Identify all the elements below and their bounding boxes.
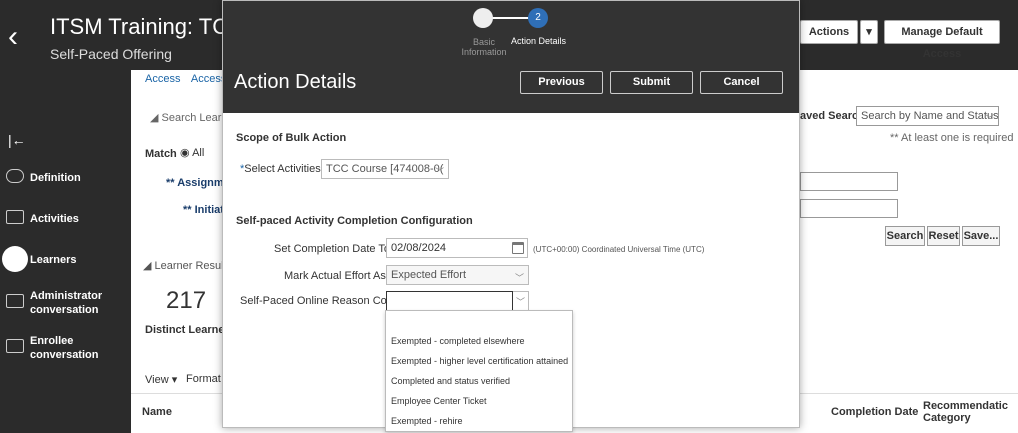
initiation-label: ** Initiati xyxy=(183,204,228,216)
config-section-title: Self-paced Activity Completion Configura… xyxy=(236,215,473,227)
select-activities-select[interactable]: TCC Course [474008-0( ﹀ xyxy=(321,159,449,179)
chat-icon xyxy=(6,294,24,308)
completion-date-input[interactable]: 02/08/2024 xyxy=(386,238,528,258)
listbox-option[interactable]: Employee Center Ticket xyxy=(391,396,487,406)
previous-button[interactable]: Previous xyxy=(520,71,603,94)
nav-item-administrator-conversation[interactable]: Administrator conversation xyxy=(0,289,131,317)
distinct-learner-count: 217 xyxy=(166,287,207,314)
column-header-category: Category xyxy=(923,412,971,424)
actual-effort-label: Mark Actual Effort As xyxy=(284,270,386,282)
list-icon xyxy=(6,210,24,224)
breadcrumb: Access Access xyxy=(145,73,234,85)
reason-code-listbox: Exempted - completed elsewhere Exempted … xyxy=(385,310,573,432)
learner-results-header[interactable]: ◢ Learner Result xyxy=(143,259,227,272)
chevron-down-icon: ﹀ xyxy=(984,114,994,124)
calendar-icon[interactable] xyxy=(512,242,524,254)
listbox-option[interactable]: Completed and status verified xyxy=(391,376,510,386)
nav-item-learners[interactable]: Learners xyxy=(0,246,131,274)
initiation-input[interactable] xyxy=(800,199,898,218)
left-navigation: |← Definition Activities Learners Admini… xyxy=(0,70,131,433)
nav-item-label: Enrollee conversation xyxy=(30,335,99,361)
format-menu[interactable]: Format xyxy=(186,373,221,385)
chevron-down-icon: ﹀ xyxy=(515,297,525,307)
assignment-input[interactable] xyxy=(800,172,898,191)
match-all-radio[interactable]: ◉ All xyxy=(180,146,204,159)
view-menu[interactable]: View ▾ xyxy=(145,373,177,386)
distinct-learners-label: Distinct Learner xyxy=(145,324,229,336)
nav-item-label: Administrator conversation xyxy=(30,290,103,316)
nav-item-activities[interactable]: Activities xyxy=(0,209,131,229)
nav-item-enrollee-conversation[interactable]: Enrollee conversation xyxy=(0,334,131,362)
submit-button[interactable]: Submit xyxy=(610,71,693,94)
required-note: ** At least one is required xyxy=(890,132,1014,144)
train-step-basic-information[interactable] xyxy=(473,8,493,28)
scope-section-title: Scope of Bulk Action xyxy=(236,132,347,144)
listbox-option[interactable]: Exempted - higher level certification at… xyxy=(391,356,568,366)
column-header-completion-date[interactable]: Completion Date xyxy=(831,406,918,418)
dialog-title: Action Details xyxy=(234,71,357,93)
cancel-button[interactable]: Cancel xyxy=(700,71,783,94)
completion-date-label: Set Completion Date To xyxy=(274,243,390,255)
timezone-note: (UTC+00:00) Coordinated Universal Time (… xyxy=(533,245,705,254)
nav-item-label: Activities xyxy=(30,213,79,225)
reason-code-label: Self-Paced Online Reason Code xyxy=(240,295,399,307)
nav-item-label: Definition xyxy=(30,172,81,184)
save-search-button[interactable]: Save... xyxy=(962,226,1000,246)
column-header-name[interactable]: Name xyxy=(142,406,172,418)
column-header-recommendation[interactable]: Recommendatic xyxy=(923,400,1008,412)
page-title: ITSM Training: TCC xyxy=(50,14,244,39)
reason-code-input[interactable] xyxy=(386,291,513,311)
assignment-label: ** Assignme xyxy=(166,177,230,189)
saved-search-select[interactable]: Search by Name and Status ﹀ xyxy=(856,106,999,126)
back-chevron-icon[interactable]: ‹ xyxy=(8,22,30,52)
reset-button[interactable]: Reset xyxy=(927,226,960,246)
actions-button[interactable]: Actions xyxy=(800,20,858,44)
listbox-option[interactable]: Exempted - completed elsewhere xyxy=(391,336,525,346)
nav-item-definition[interactable]: Definition xyxy=(0,168,131,188)
reason-code-dropdown-button[interactable]: ﹀ xyxy=(513,291,529,311)
chevron-down-icon: ﹀ xyxy=(514,273,524,283)
actions-menu-button[interactable]: ▾ xyxy=(860,20,878,44)
learners-icon xyxy=(2,246,28,272)
listbox-option[interactable]: Exempted - rehire xyxy=(391,416,463,426)
chevron-down-icon: ﹀ xyxy=(434,167,444,177)
gears-icon xyxy=(6,169,24,183)
nav-item-label: Learners xyxy=(30,254,77,266)
search-button[interactable]: Search xyxy=(885,226,925,246)
match-label: Match xyxy=(145,148,177,160)
breadcrumb-link[interactable]: Access xyxy=(145,73,180,85)
train-step-label: Basic Information xyxy=(461,37,507,57)
collapse-panel-icon[interactable]: |← xyxy=(8,132,26,148)
dialog-header: 2 Basic Information Action Details Actio… xyxy=(223,1,799,113)
manage-default-access-button[interactable]: Manage Default Access xyxy=(884,20,1000,60)
page-subtitle: Self-Paced Offering xyxy=(50,46,172,62)
select-activities-label: *Select Activities xyxy=(240,163,321,175)
train-step-action-details[interactable]: 2 xyxy=(528,8,548,28)
train-step-label: Action Details xyxy=(511,36,567,46)
caret-down-icon: ▾ xyxy=(866,26,872,38)
listbox-blank-option[interactable] xyxy=(386,311,572,329)
chat-icon xyxy=(6,339,24,353)
actual-effort-select[interactable]: Expected Effort ﹀ xyxy=(386,265,529,285)
